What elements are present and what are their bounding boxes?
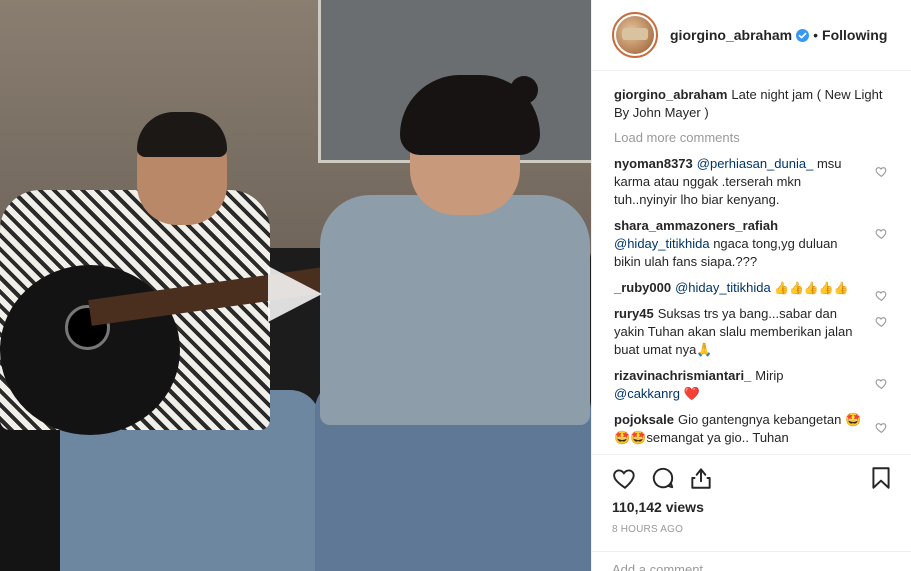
action-icon-row bbox=[612, 465, 894, 491]
comment-username[interactable]: shara_ammazoners_rafiah bbox=[614, 218, 778, 233]
post-actions: 110,142 views 8 HOURS AGO bbox=[592, 454, 911, 535]
post-side-panel: giorgino_abraham • Following giorgino_ab… bbox=[591, 0, 911, 571]
comment-username[interactable]: _ruby000 bbox=[614, 280, 671, 295]
heart-icon[interactable] bbox=[612, 465, 638, 491]
list-item: pojoksale Gio gantengnya kebangetan 🤩🤩🤩se… bbox=[614, 411, 892, 447]
comment-mention[interactable]: @hiday_titikhida bbox=[614, 236, 710, 251]
avatar-image bbox=[616, 16, 654, 54]
comments-list[interactable]: giorgino_abraham Late night jam ( New Lig… bbox=[592, 72, 911, 454]
avatar[interactable] bbox=[612, 12, 658, 58]
play-icon bbox=[268, 266, 322, 322]
username-link[interactable]: giorgino_abraham bbox=[670, 27, 792, 43]
like-comment-heart-icon[interactable] bbox=[875, 421, 888, 434]
list-item: nyoman8373 @perhiasan_dunia_ msu karma at… bbox=[614, 155, 892, 209]
like-comment-heart-icon[interactable] bbox=[875, 377, 888, 390]
singer-shirt bbox=[320, 195, 590, 425]
comment-input[interactable] bbox=[612, 562, 892, 571]
add-comment-bar bbox=[592, 551, 911, 571]
view-count[interactable]: 110,142 views bbox=[612, 499, 894, 515]
list-item: _ruby000 @hiday_titikhida 👍👍👍👍👍 bbox=[614, 279, 892, 302]
comment-text: 👍👍👍👍👍 bbox=[770, 281, 849, 295]
comment-username[interactable]: nyoman8373 bbox=[614, 156, 693, 171]
list-item: rury45 Suksas trs ya bang...sabar dan yak… bbox=[614, 305, 892, 359]
comment-text: Mirip bbox=[755, 368, 784, 383]
list-item: rizavinachrismiantari_ Mirip @cakkanrg ❤️ bbox=[614, 367, 892, 403]
caption: giorgino_abraham Late night jam ( New Lig… bbox=[614, 86, 892, 122]
bookmark-icon[interactable] bbox=[868, 465, 894, 491]
singer-hair-bun bbox=[510, 76, 538, 104]
load-more-comments-button[interactable]: Load more comments bbox=[614, 130, 892, 145]
post-timestamp[interactable]: 8 HOURS AGO bbox=[612, 524, 894, 535]
comment-mention[interactable]: @hiday_titikhida bbox=[675, 280, 771, 295]
caption-username[interactable]: giorgino_abraham bbox=[614, 87, 727, 102]
comment-username[interactable]: pojoksale bbox=[614, 412, 674, 427]
like-comment-heart-icon[interactable] bbox=[875, 227, 888, 240]
comment-mention[interactable]: @perhiasan_dunia_ bbox=[697, 156, 814, 171]
following-button[interactable]: Following bbox=[822, 27, 887, 43]
like-comment-heart-icon[interactable] bbox=[875, 289, 888, 302]
play-button[interactable] bbox=[262, 262, 326, 326]
comment-mention[interactable]: @cakkanrg bbox=[614, 386, 680, 401]
verified-badge-icon bbox=[796, 28, 810, 42]
comment-username[interactable]: rury45 bbox=[614, 306, 654, 321]
separator-dot: • bbox=[813, 27, 819, 43]
like-comment-heart-icon[interactable] bbox=[875, 165, 888, 178]
comment-text-tail: ❤️ bbox=[679, 386, 700, 401]
video-player[interactable] bbox=[0, 0, 591, 571]
like-comment-heart-icon[interactable] bbox=[875, 315, 888, 328]
comment-username[interactable]: rizavinachrismiantari_ bbox=[614, 368, 751, 383]
share-icon[interactable] bbox=[688, 465, 714, 491]
comment-bubble-icon[interactable] bbox=[650, 465, 676, 491]
post-header: giorgino_abraham • Following bbox=[592, 0, 911, 71]
list-item: shara_ammazoners_rafiah @hiday_titikhida … bbox=[614, 217, 892, 271]
